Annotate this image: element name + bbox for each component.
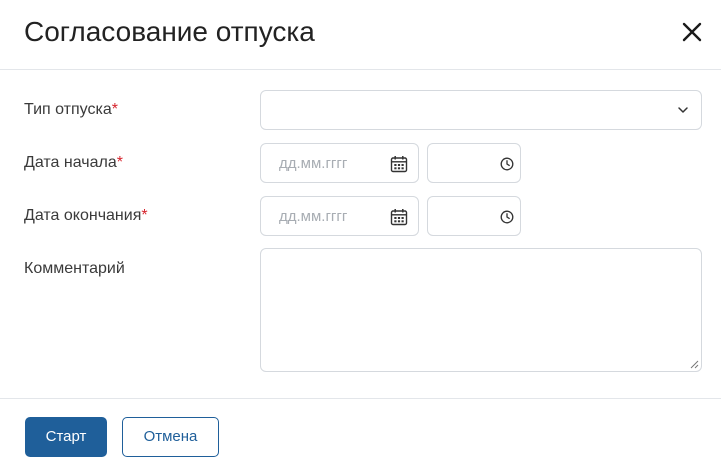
end-date-input[interactable]: дд.мм.гггг bbox=[260, 196, 419, 236]
end-date-label: Дата окончания* bbox=[24, 207, 148, 224]
start-button[interactable]: Старт bbox=[25, 417, 107, 457]
calendar-icon[interactable] bbox=[390, 208, 408, 226]
chevron-down-icon bbox=[678, 107, 688, 113]
end-date-placeholder: дд.мм.гггг bbox=[279, 208, 348, 225]
start-date-input[interactable]: дд.мм.гггг bbox=[260, 143, 419, 183]
vacation-type-select[interactable] bbox=[260, 90, 702, 130]
start-date-label: Дата начала* bbox=[24, 154, 123, 171]
cancel-button[interactable]: Отмена bbox=[122, 417, 219, 457]
clock-icon[interactable] bbox=[500, 157, 514, 171]
start-date-placeholder: дд.мм.гггг bbox=[279, 155, 348, 172]
close-button[interactable] bbox=[679, 19, 705, 45]
required-mark: * bbox=[111, 101, 118, 118]
start-time-input[interactable] bbox=[427, 143, 521, 183]
clock-icon[interactable] bbox=[500, 210, 514, 224]
end-time-input[interactable] bbox=[427, 196, 521, 236]
dialog-header: Согласование отпуска bbox=[0, 0, 721, 70]
comment-textarea[interactable] bbox=[260, 248, 702, 372]
calendar-icon[interactable] bbox=[390, 155, 408, 173]
dialog-title: Согласование отпуска bbox=[24, 16, 315, 47]
required-mark: * bbox=[141, 207, 148, 224]
vacation-type-label: Тип отпуска* bbox=[24, 101, 118, 118]
comment-label: Комментарий bbox=[24, 260, 125, 277]
required-mark: * bbox=[116, 154, 123, 171]
close-icon bbox=[682, 22, 702, 42]
vacation-approval-dialog: Согласование отпуска Тип отпуска* Дата н… bbox=[0, 0, 721, 466]
dialog-footer: Старт Отмена bbox=[0, 398, 721, 466]
resize-grip-icon[interactable] bbox=[689, 359, 699, 369]
